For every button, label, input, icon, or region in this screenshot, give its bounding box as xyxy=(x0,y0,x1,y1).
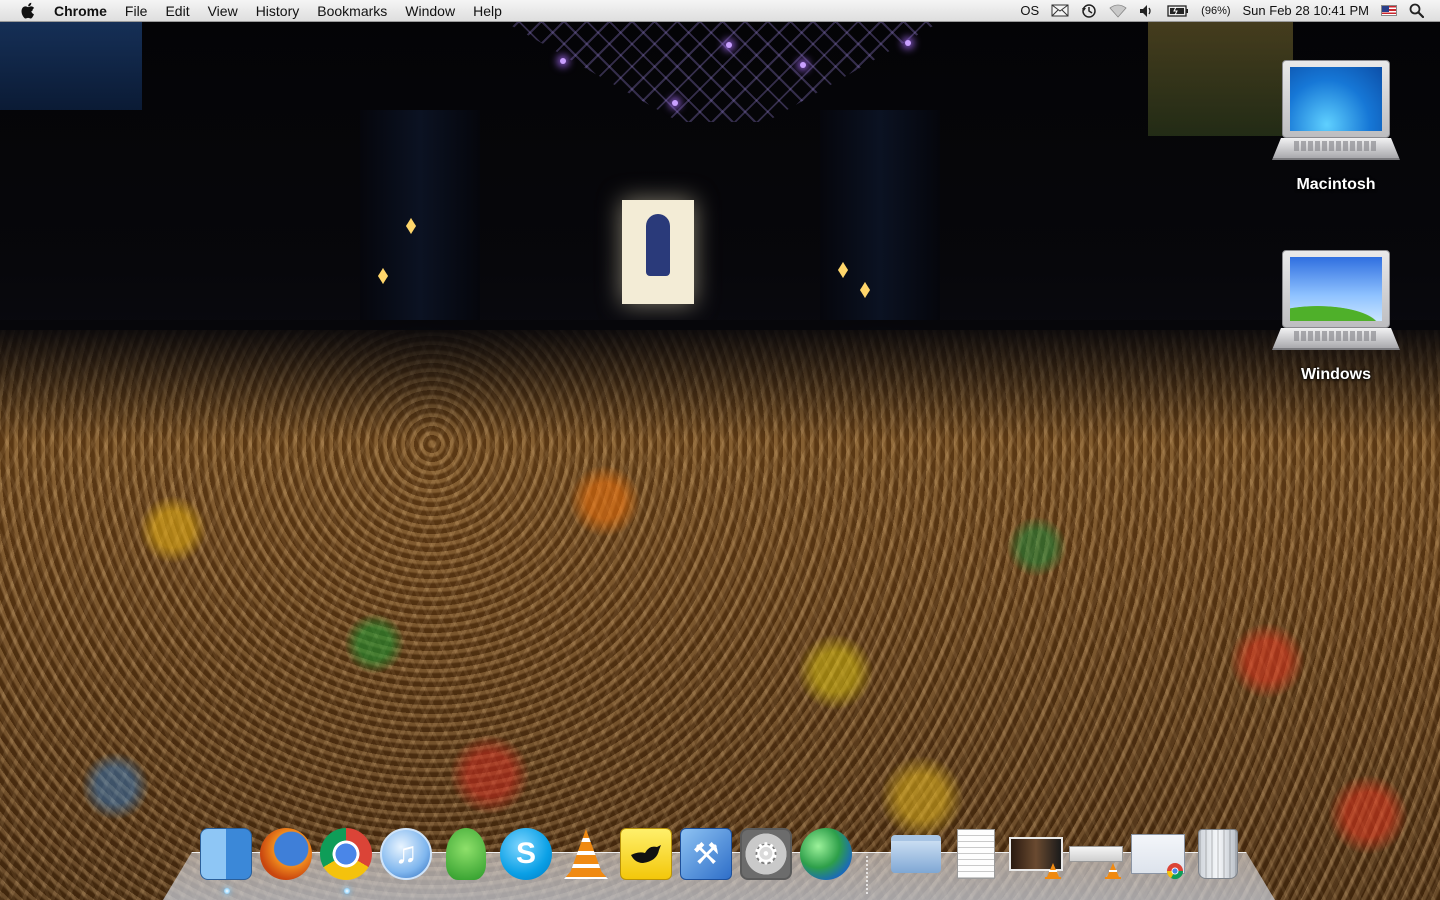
dock-item-twitter-client[interactable] xyxy=(618,826,674,882)
us-flag-input-menu-icon[interactable] xyxy=(1381,0,1397,22)
chrome-badge-icon xyxy=(1166,862,1184,880)
vlc-badge-icon xyxy=(1104,862,1122,880)
twitter-bird-icon xyxy=(620,828,672,880)
apple-menu-icon[interactable] xyxy=(18,2,36,20)
xcode-icon: ⚒ xyxy=(680,828,732,880)
battery-percentage[interactable]: (96%) xyxy=(1201,0,1230,22)
menu-edit[interactable]: Edit xyxy=(156,0,198,22)
system-preferences-icon: ⚙ xyxy=(740,828,792,880)
dock-item-chrome[interactable] xyxy=(318,826,374,882)
dock-separator xyxy=(866,856,868,896)
windows-laptop-icon xyxy=(1272,250,1400,360)
wallpaper-stage-light xyxy=(800,62,806,68)
skype-icon: S xyxy=(500,828,552,880)
wallpaper-stage-poster xyxy=(622,200,694,304)
wallpaper-stage-light xyxy=(726,42,732,48)
dock-item-adium[interactable] xyxy=(438,826,494,882)
desktop-wallpaper xyxy=(0,0,1440,900)
menu-help[interactable]: Help xyxy=(464,0,511,22)
wallpaper-video-screen-left xyxy=(0,22,142,110)
menu-extras: OS (96%) Sun Feb 28 10:41 PM xyxy=(1014,0,1440,22)
dock-item-system-preferences[interactable]: ⚙ xyxy=(738,826,794,882)
finder-icon xyxy=(200,828,252,880)
menu-window[interactable]: Window xyxy=(396,0,464,22)
trash-icon xyxy=(1198,829,1238,879)
dock-stack-document[interactable] xyxy=(948,826,1004,882)
wallpaper-stage-light xyxy=(672,100,678,106)
wifi-icon[interactable] xyxy=(1109,0,1127,22)
menu-bookmarks[interactable]: Bookmarks xyxy=(308,0,396,22)
menu-file[interactable]: File xyxy=(116,0,157,22)
dock-stack-folder[interactable] xyxy=(888,826,944,882)
mail-icon[interactable] xyxy=(1051,0,1069,22)
mac-laptop-icon xyxy=(1272,60,1400,170)
desktop-icon-macintosh[interactable]: Macintosh xyxy=(1261,60,1411,194)
dock-item-xcode[interactable]: ⚒ xyxy=(678,826,734,882)
firefox-icon xyxy=(260,828,312,880)
dock-minimized-vlc-video[interactable] xyxy=(1008,826,1064,882)
wallpaper-crowd-fade xyxy=(0,320,1440,440)
desktop-icon-label: Windows xyxy=(1300,366,1372,383)
time-machine-icon[interactable] xyxy=(1081,0,1097,22)
desktop-icon-windows[interactable]: Windows xyxy=(1261,250,1411,384)
document-icon xyxy=(957,829,995,879)
wallpaper-stage-light xyxy=(905,40,911,46)
volume-icon[interactable] xyxy=(1139,0,1155,22)
menu-view[interactable]: View xyxy=(199,0,247,22)
itunes-icon: ♫ xyxy=(380,828,432,880)
adium-icon xyxy=(446,828,486,880)
menu-history[interactable]: History xyxy=(247,0,309,22)
wallpaper-stage-light xyxy=(560,58,566,64)
dock-minimized-vlc-controller[interactable] xyxy=(1068,826,1124,882)
dock-item-trash[interactable] xyxy=(1190,826,1246,882)
dock-item-vlc[interactable] xyxy=(558,826,614,882)
running-indicator xyxy=(344,888,350,894)
vlc-badge-icon xyxy=(1044,862,1062,880)
dock-item-globe-app[interactable] xyxy=(798,826,854,882)
os-menu-extra[interactable]: OS xyxy=(1020,0,1039,22)
chrome-icon xyxy=(320,828,372,880)
dock-item-firefox[interactable] xyxy=(258,826,314,882)
wallpaper-lighting-truss xyxy=(505,22,940,122)
menu-bar: Chrome File Edit View History Bookmarks … xyxy=(0,0,1440,22)
globe-icon xyxy=(800,828,852,880)
dock-minimized-chrome-window[interactable] xyxy=(1130,826,1186,882)
vlc-icon xyxy=(564,829,608,879)
running-indicator xyxy=(224,888,230,894)
dock-item-skype[interactable]: S xyxy=(498,826,554,882)
dock-item-itunes[interactable]: ♫ xyxy=(378,826,434,882)
spotlight-search-icon[interactable] xyxy=(1409,0,1424,22)
desktop-icon-label: Macintosh xyxy=(1296,176,1376,193)
battery-icon[interactable] xyxy=(1167,0,1189,22)
folder-icon xyxy=(891,835,941,873)
app-menu-chrome[interactable]: Chrome xyxy=(54,0,116,22)
dock-item-finder[interactable] xyxy=(198,826,254,882)
menubar-clock[interactable]: Sun Feb 28 10:41 PM xyxy=(1243,0,1369,22)
minimized-vlc-controller-icon xyxy=(1069,846,1123,862)
